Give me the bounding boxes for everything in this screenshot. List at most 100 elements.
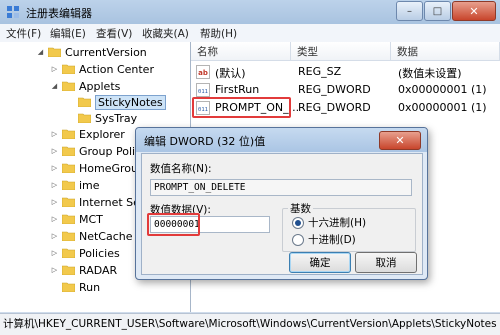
tree-item-systray[interactable]: SysTray: [66, 110, 137, 126]
registry-editor-icon: [7, 6, 19, 18]
tree-label: MCT: [79, 212, 103, 226]
ok-button[interactable]: 确定: [289, 252, 351, 273]
menu-favorites[interactable]: 收藏夹(A): [142, 26, 189, 41]
folder-open-icon: [48, 47, 61, 57]
tree-item-group-policy[interactable]: ▷ Group Polic: [50, 143, 141, 159]
tree-label: ime: [79, 178, 100, 192]
tree-label: Run: [79, 280, 101, 294]
folder-icon: [62, 265, 75, 275]
svg-text:ab: ab: [198, 69, 208, 77]
menu-edit[interactable]: 编辑(E): [50, 26, 86, 41]
folder-icon: [62, 214, 75, 224]
tree-item-currentversion[interactable]: ◢ CurrentVersion: [36, 44, 147, 60]
folder-icon: [62, 248, 75, 258]
base-label: 基数: [288, 201, 313, 216]
tree-label: Internet Se: [79, 195, 140, 209]
value-name: (默认): [215, 67, 246, 80]
value-type: REG_DWORD: [298, 101, 371, 114]
value-data: (数值未设置): [398, 67, 462, 80]
column-data[interactable]: 数据: [391, 42, 500, 60]
tree-item-radar[interactable]: ▷ RADAR: [50, 262, 117, 278]
folder-icon: [62, 282, 75, 292]
value-name-field: PROMPT_ON_DELETE: [150, 179, 412, 196]
tree-item-explorer[interactable]: ▷ Explorer: [50, 126, 125, 142]
tree-label: HomeGrou: [79, 161, 138, 175]
expand-icon[interactable]: ▷: [50, 215, 59, 224]
expand-icon[interactable]: ▷: [50, 65, 59, 74]
tree-item-ime[interactable]: ▷ ime: [50, 177, 100, 193]
expand-icon[interactable]: ▷: [50, 164, 59, 173]
tree-item-internet-settings[interactable]: ▷ Internet Se: [50, 194, 140, 210]
expand-icon[interactable]: ▷: [50, 232, 59, 241]
value-row-default[interactable]: ab (默认) REG_SZ (数值未设置): [191, 63, 500, 81]
tree-label: CurrentVersion: [65, 45, 147, 59]
tree-label: Explorer: [79, 127, 125, 141]
radio-checked-icon[interactable]: [292, 216, 304, 229]
value-data-highlight-box: [147, 213, 200, 236]
value-type: REG_SZ: [298, 65, 342, 78]
folder-icon: [62, 197, 75, 207]
column-name[interactable]: 名称: [191, 42, 291, 60]
folder-icon: [62, 64, 75, 74]
tree-item-netcache[interactable]: ▷ NetCache: [50, 228, 133, 244]
value-data: 0x00000001 (1): [398, 101, 487, 114]
folder-icon: [62, 129, 75, 139]
expand-icon[interactable]: ▷: [50, 181, 59, 190]
radio-decimal[interactable]: 十进制(D): [292, 232, 356, 247]
expand-icon[interactable]: ▷: [50, 147, 59, 156]
string-value-icon: ab: [196, 65, 210, 79]
expand-icon[interactable]: ▷: [50, 266, 59, 275]
radio-label: 十进制(D): [308, 234, 356, 246]
tree-item-action-center[interactable]: ▷ Action Center: [50, 61, 154, 77]
dialog-titlebar[interactable]: 编辑 DWORD (32 位)值 ✕: [136, 128, 427, 152]
tree-item-homegroup[interactable]: ▷ HomeGrou: [50, 160, 138, 176]
minimize-button[interactable]: –: [396, 1, 423, 21]
tree-label: NetCache: [79, 229, 133, 243]
expand-icon[interactable]: ▷: [50, 249, 59, 258]
folder-open-icon: [78, 97, 91, 107]
menu-file[interactable]: 文件(F): [6, 26, 41, 41]
tree-label: Action Center: [79, 62, 154, 76]
folder-icon: [62, 231, 75, 241]
tree-item-mct[interactable]: ▷ MCT: [50, 211, 103, 227]
tree-label: Group Polic: [79, 144, 142, 158]
menu-help[interactable]: 帮助(H): [200, 26, 237, 41]
column-type[interactable]: 类型: [291, 42, 391, 60]
maximize-button[interactable]: □: [424, 1, 451, 21]
tree-item-run[interactable]: Run: [50, 279, 100, 295]
value-type: REG_DWORD: [298, 83, 371, 96]
cancel-button[interactable]: 取消: [355, 252, 417, 273]
tree-item-applets[interactable]: ◢ Applets: [50, 78, 121, 94]
menu-view[interactable]: 查看(V): [96, 26, 132, 41]
window-titlebar[interactable]: 注册表编辑器 – □ ✕: [0, 0, 500, 25]
radio-hexadecimal[interactable]: 十六进制(H): [292, 215, 366, 230]
tree-item-policies[interactable]: ▷ Policies: [50, 245, 120, 261]
tree-label: Applets: [79, 79, 121, 93]
close-button[interactable]: ✕: [452, 1, 496, 21]
radio-label: 十六进制(H): [308, 217, 367, 229]
value-name: FirstRun: [215, 83, 260, 96]
folder-open-icon: [62, 81, 75, 91]
collapse-icon[interactable]: ◢: [36, 48, 45, 57]
tree-item-stickynotes[interactable]: StickyNotes: [66, 94, 166, 110]
folder-icon: [62, 146, 75, 156]
svg-text:011: 011: [198, 89, 208, 95]
edit-dword-dialog[interactable]: 编辑 DWORD (32 位)值 ✕ 数值名称(N): PROMPT_ON_DE…: [135, 127, 428, 280]
folder-icon: [62, 163, 75, 173]
dialog-title: 编辑 DWORD (32 位)值: [144, 135, 266, 148]
binary-value-icon: 011: [196, 83, 210, 97]
expand-icon[interactable]: ▷: [50, 198, 59, 207]
folder-icon: [62, 180, 75, 190]
expand-icon[interactable]: ▷: [50, 130, 59, 139]
collapse-icon[interactable]: ◢: [50, 82, 59, 91]
radio-unchecked-icon[interactable]: [292, 233, 304, 246]
value-data: 0x00000001 (1): [398, 83, 487, 96]
tree-label: Policies: [79, 246, 120, 260]
value-highlight-box: [192, 97, 291, 118]
dialog-close-button[interactable]: ✕: [379, 131, 421, 150]
tree-label: SysTray: [95, 111, 138, 125]
dialog-body: 数值名称(N): PROMPT_ON_DELETE 数值数据(V): 00000…: [141, 153, 423, 275]
window-title: 注册表编辑器: [26, 7, 92, 20]
